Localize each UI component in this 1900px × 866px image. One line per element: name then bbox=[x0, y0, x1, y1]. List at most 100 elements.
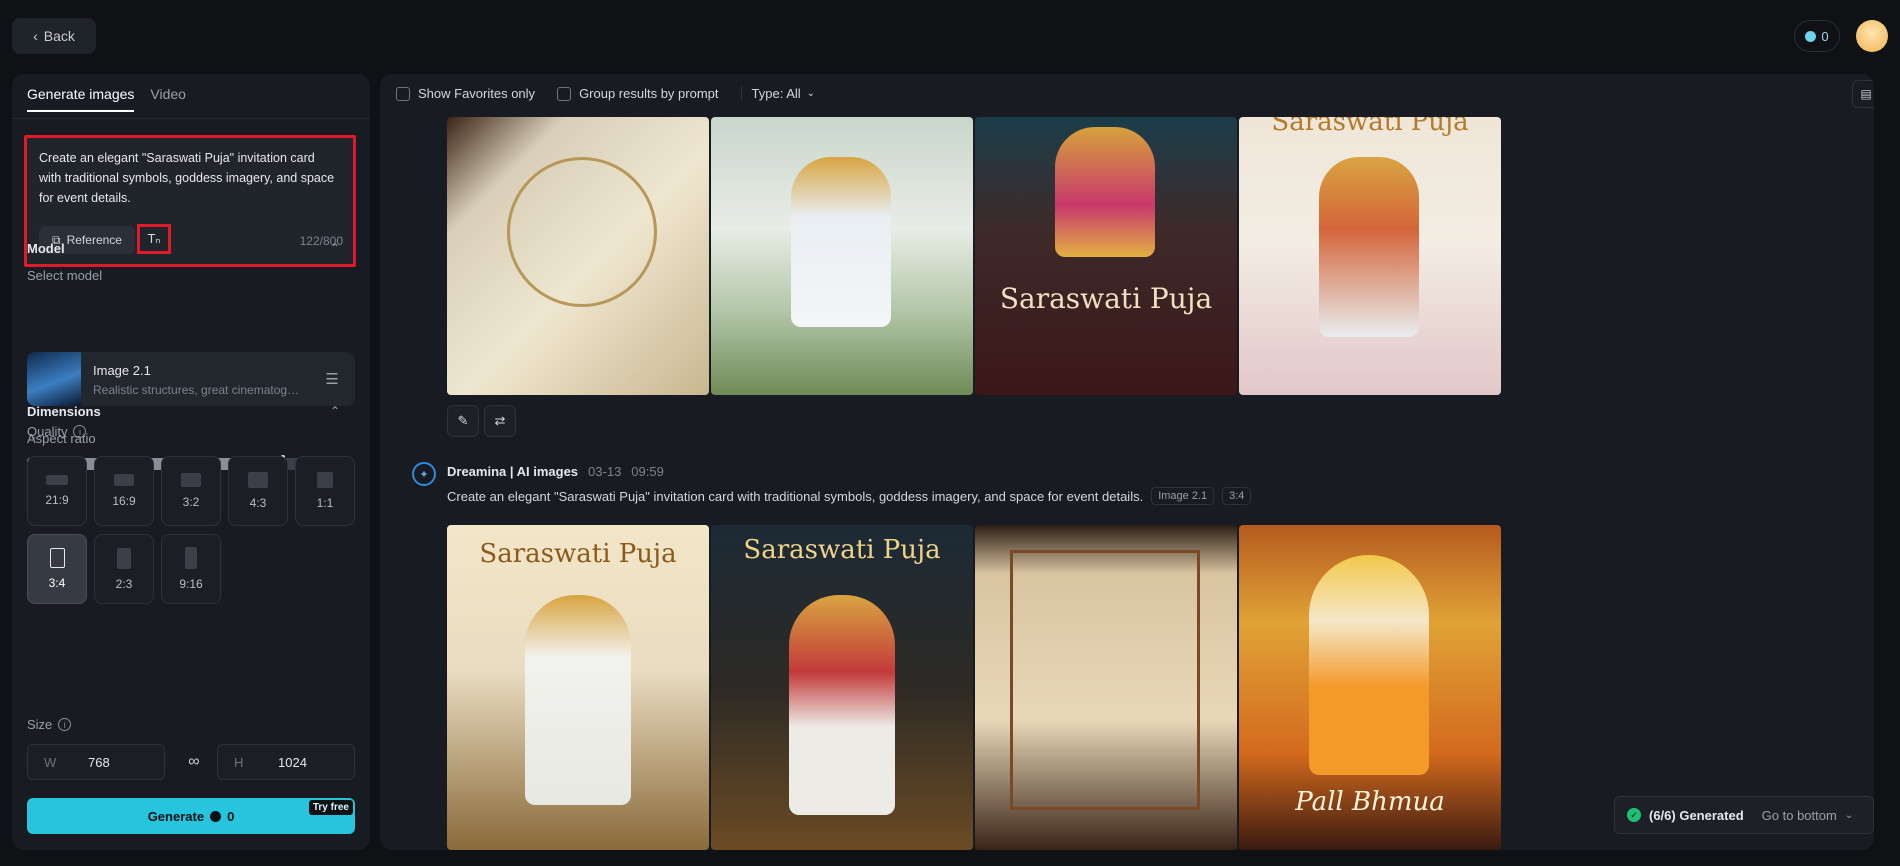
type-dropdown[interactable]: Type: All ⌄ bbox=[740, 86, 816, 101]
ratio-chip: 3:4 bbox=[1222, 487, 1252, 505]
chevron-down-icon[interactable]: ⌄ bbox=[1845, 810, 1853, 821]
figure-shape bbox=[1319, 157, 1419, 337]
model-chip: Image 2.1 bbox=[1151, 487, 1215, 505]
try-free-badge: Try free bbox=[308, 800, 353, 815]
model-thumbnail bbox=[27, 352, 81, 406]
link-icon[interactable]: ∞ bbox=[182, 750, 206, 774]
size-label: Size i bbox=[27, 717, 72, 732]
prompt-input[interactable]: Create an elegant "Saraswati Puja" invit… bbox=[24, 135, 356, 267]
ratio-shape bbox=[181, 473, 201, 487]
ratio-1-1[interactable]: 1:1 bbox=[295, 456, 355, 526]
generated-image[interactable] bbox=[975, 525, 1237, 850]
figure-shape bbox=[789, 595, 895, 815]
figure-shape bbox=[1055, 127, 1155, 257]
text-style-button[interactable]: Tₙ bbox=[137, 224, 171, 254]
back-label: Back bbox=[43, 28, 75, 44]
divider bbox=[12, 118, 370, 119]
check-circle-icon: ✓ bbox=[1627, 808, 1641, 822]
mode-tabs: Generate images Video bbox=[27, 86, 186, 112]
image-caption: Saraswati Puja bbox=[999, 282, 1213, 315]
text-icon: Tₙ bbox=[147, 231, 161, 246]
credits-count: 0 bbox=[1821, 28, 1829, 44]
group-checkbox[interactable]: Group results by prompt bbox=[557, 86, 719, 101]
generation-status-toast: ✓ (6/6) Generated Go to bottom ⌄ bbox=[1614, 796, 1874, 834]
image-caption: Pall Bhmua bbox=[1295, 787, 1445, 817]
generated-image[interactable]: Saraswati Puja bbox=[711, 525, 973, 850]
edit-icon[interactable]: ✎ bbox=[447, 405, 479, 437]
ratio-shape bbox=[117, 547, 131, 569]
generate-button[interactable]: Generate 0 Try free bbox=[27, 798, 355, 834]
back-button[interactable]: ‹ Back bbox=[12, 18, 96, 54]
ratio-shape bbox=[317, 472, 333, 488]
chevron-up-icon[interactable]: ⌃ bbox=[330, 241, 340, 255]
tab-generate-images[interactable]: Generate images bbox=[27, 86, 135, 112]
sliders-icon[interactable]: ☰ bbox=[321, 368, 343, 390]
image-batch-2: Saraswati Puja Saraswati Puja Pall Bhmua bbox=[447, 525, 1501, 850]
group-label: Group results by prompt bbox=[579, 86, 719, 101]
figure-shape bbox=[791, 157, 891, 327]
ratio-2-3[interactable]: 2:3 bbox=[94, 534, 154, 604]
model-section-title: Model bbox=[27, 241, 65, 256]
batch-time: 09:59 bbox=[631, 464, 664, 479]
ratio-3-2[interactable]: 3:2 bbox=[161, 456, 221, 526]
ratio-9-16[interactable]: 9:16 bbox=[161, 534, 221, 604]
results-panel: Show Favorites only Group results by pro… bbox=[380, 74, 1874, 850]
prompt-text[interactable]: Create an elegant "Saraswati Puja" invit… bbox=[39, 148, 339, 208]
reference-label: Reference bbox=[66, 233, 122, 247]
ratio-21-9[interactable]: 21:9 bbox=[27, 456, 87, 526]
generated-image[interactable]: Saraswati Puja bbox=[1239, 117, 1501, 395]
image-batch-1: Saraswati Puja Saraswati Puja bbox=[447, 117, 1501, 395]
generated-image[interactable] bbox=[447, 117, 709, 395]
credits-badge[interactable]: 0 bbox=[1794, 20, 1840, 52]
ratio-4-3[interactable]: 4:3 bbox=[228, 456, 288, 526]
dimensions-section-title: Dimensions bbox=[27, 404, 101, 419]
batch-meta: Dreamina | AI images 03-13 09:59 bbox=[447, 464, 664, 479]
generated-image[interactable] bbox=[711, 117, 973, 395]
ratio-shape bbox=[49, 548, 65, 568]
favorites-label: Show Favorites only bbox=[418, 86, 536, 101]
model-description: Realistic structures, great cinematograp… bbox=[93, 383, 303, 397]
chevron-down-icon: ⌄ bbox=[806, 88, 816, 99]
ratio-16-9[interactable]: 16:9 bbox=[94, 456, 154, 526]
height-input[interactable]: H 1024 bbox=[217, 744, 355, 780]
figure-shape bbox=[525, 595, 631, 805]
ratio-shape bbox=[46, 475, 68, 485]
avatar[interactable] bbox=[1856, 20, 1888, 52]
filter-bar: Show Favorites only Group results by pro… bbox=[396, 86, 815, 101]
favorites-checkbox[interactable]: Show Favorites only bbox=[396, 86, 535, 101]
folder-icon[interactable]: ▤ bbox=[1852, 80, 1874, 108]
batch-prompt-text[interactable]: Create an elegant "Saraswati Puja" invit… bbox=[447, 489, 1143, 504]
model-selector[interactable]: Image 2.1 Realistic structures, great ci… bbox=[27, 352, 355, 406]
generate-cost: 0 bbox=[227, 808, 235, 824]
credit-coin-icon bbox=[210, 810, 222, 822]
status-text: (6/6) Generated bbox=[1649, 807, 1744, 823]
image-caption: Saraswati Puja bbox=[1271, 117, 1469, 137]
top-bar: ‹ Back 0 bbox=[0, 0, 1900, 72]
chevron-left-icon: ‹ bbox=[33, 28, 38, 44]
go-to-bottom-button[interactable]: Go to bottom bbox=[1762, 808, 1837, 823]
ornament-circle bbox=[507, 157, 657, 307]
checkbox-box[interactable] bbox=[396, 86, 410, 101]
info-icon[interactable]: i bbox=[58, 718, 72, 731]
height-value[interactable]: 1024 bbox=[278, 755, 307, 770]
ratio-shape bbox=[248, 472, 268, 488]
generation-panel: Generate images Video Create an elegant … bbox=[12, 74, 370, 850]
generated-image[interactable]: Pall Bhmua bbox=[1239, 525, 1501, 850]
chevron-up-icon[interactable]: ⌃ bbox=[330, 404, 340, 418]
checkbox-box[interactable] bbox=[557, 86, 572, 101]
dreamina-logo-icon: ✦ bbox=[412, 462, 436, 486]
credit-coin-icon bbox=[1805, 30, 1817, 42]
generate-label: Generate bbox=[147, 808, 205, 824]
batch-author: Dreamina | AI images bbox=[447, 464, 579, 479]
batch-prompt: Create an elegant "Saraswati Puja" invit… bbox=[447, 487, 1252, 505]
width-input[interactable]: W 768 bbox=[27, 744, 165, 780]
width-prefix: W bbox=[44, 755, 57, 770]
ratio-3-4[interactable]: 3:4 bbox=[27, 534, 87, 604]
generated-image[interactable]: Saraswati Puja bbox=[447, 525, 709, 850]
image-caption: Saraswati Puja bbox=[479, 539, 677, 569]
generated-image[interactable]: Saraswati Puja bbox=[975, 117, 1237, 395]
tab-video[interactable]: Video bbox=[150, 86, 186, 112]
regenerate-icon[interactable]: ⇄ bbox=[484, 405, 516, 437]
select-model-label: Select model bbox=[27, 268, 103, 283]
width-value[interactable]: 768 bbox=[88, 755, 110, 770]
